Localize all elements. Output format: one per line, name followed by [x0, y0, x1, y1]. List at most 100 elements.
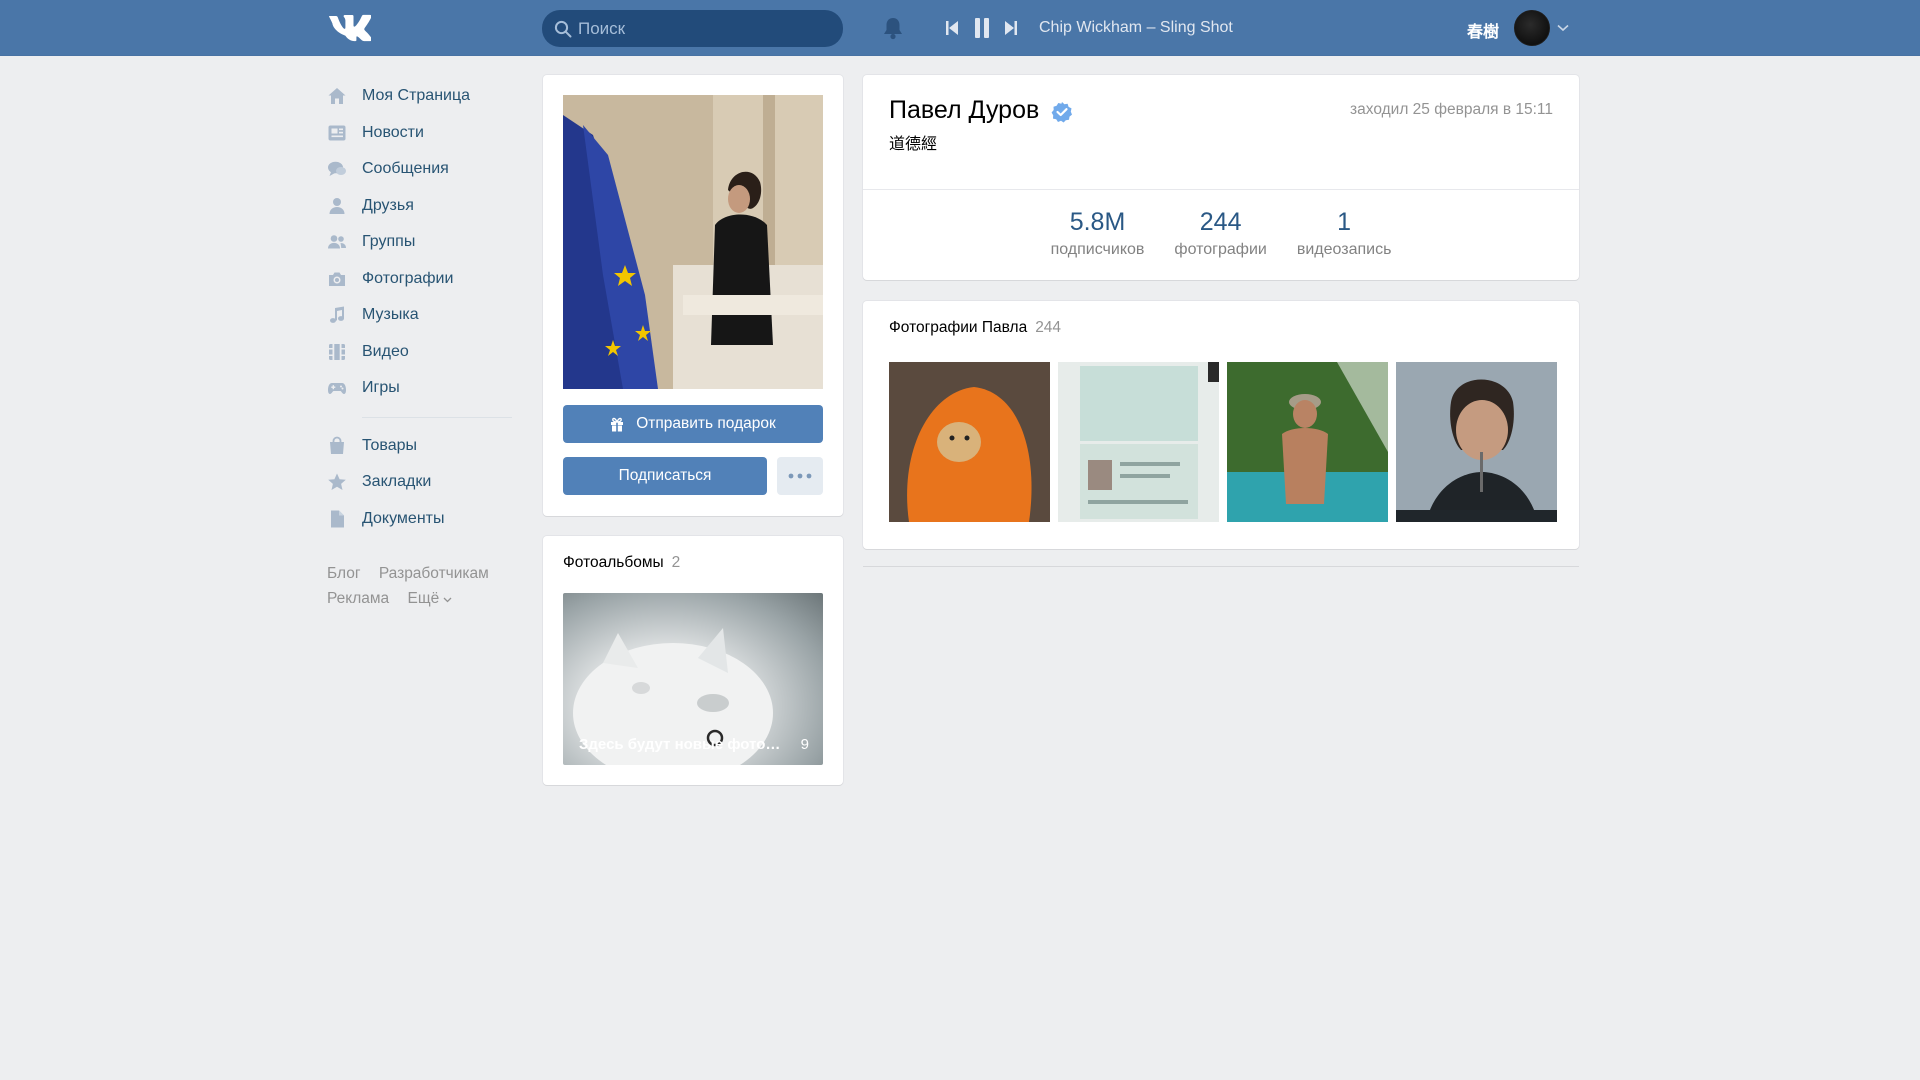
- avatar[interactable]: [1514, 10, 1550, 46]
- sidebar-item-music[interactable]: Музыка: [327, 297, 517, 334]
- photos-card: Фотографии Павла 244: [863, 301, 1579, 549]
- profile-photo-card: Отправить подарок Подписаться: [543, 75, 843, 516]
- pause-icon[interactable]: [974, 17, 990, 39]
- profile-photo-image: [563, 95, 823, 389]
- gift-icon: [611, 417, 624, 432]
- sidebar-item-groups[interactable]: Группы: [327, 224, 517, 261]
- last-seen-text: заходил 25 февраля в 15:11: [1350, 101, 1553, 118]
- home-icon: [328, 88, 346, 105]
- profile-counters: 5.8M подписчиков 244 фотографии 1 видеоз…: [863, 207, 1579, 259]
- albums-count: 2: [671, 554, 681, 571]
- albums-card: Фотоальбомы 2 Здесь будут новые фотографи…: [543, 536, 843, 785]
- video-icon: [329, 343, 345, 360]
- page-title: Павел Дуров: [889, 96, 1040, 124]
- subscribe-button[interactable]: Подписаться: [563, 457, 767, 495]
- next-track-icon[interactable]: [1004, 19, 1018, 37]
- search-icon: [554, 20, 572, 38]
- photo-thumbnail[interactable]: [889, 362, 1050, 522]
- sidebar-item-bookmarks[interactable]: Закладки: [327, 464, 517, 501]
- profile-photo[interactable]: [563, 95, 823, 389]
- photo-thumbnail-image: [1227, 362, 1388, 522]
- star-icon: [328, 473, 346, 491]
- verified-check-icon[interactable]: [1051, 101, 1073, 123]
- sidebar-item-photos[interactable]: Фотографии: [327, 261, 517, 298]
- news-icon: [328, 125, 346, 141]
- music-note-icon: [330, 306, 344, 324]
- photo-thumbnail[interactable]: [1227, 362, 1388, 522]
- album-title: Здесь будут новые фотографии: [579, 736, 784, 753]
- counter-label: фотографии: [1174, 241, 1267, 258]
- sidebar-item-my-page[interactable]: Моя Страница: [327, 78, 517, 115]
- sidebar-item-label: Друзья: [362, 196, 414, 214]
- photo-thumbnail-image: [1058, 362, 1219, 522]
- albums-header[interactable]: Фотоальбомы 2: [563, 554, 680, 572]
- photos-title: Фотографии Павла: [889, 319, 1028, 336]
- messages-icon: [328, 161, 346, 177]
- album-photo-count: 9: [800, 736, 809, 753]
- sidebar-item-label: Видео: [362, 342, 409, 360]
- sidebar-item-video[interactable]: Видео: [327, 334, 517, 371]
- sidebar-item-documents[interactable]: Документы: [327, 501, 517, 538]
- sidebar-item-label: Группы: [362, 233, 416, 251]
- counter-videos[interactable]: 1 видеозапись: [1297, 207, 1392, 259]
- chevron-down-icon[interactable]: [1557, 24, 1569, 32]
- sidebar-item-label: Сообщения: [362, 160, 449, 178]
- sidebar-item-label: Игры: [362, 379, 400, 397]
- search-box[interactable]: [542, 10, 843, 47]
- counter-followers[interactable]: 5.8M подписчиков: [1051, 207, 1145, 259]
- footer-link-ads[interactable]: Реклама: [327, 590, 389, 607]
- chevron-down-icon: [443, 597, 452, 603]
- gamepad-icon: [328, 383, 346, 395]
- previous-track-icon[interactable]: [945, 19, 959, 37]
- counter-value: 1: [1337, 208, 1352, 236]
- sidebar-divider: [362, 416, 512, 418]
- sidebar-item-label: Моя Страница: [362, 87, 471, 105]
- sidebar-footer-links: Блог Разработчикам Реклама Ещё: [327, 561, 517, 611]
- user-name[interactable]: 春樹: [1467, 18, 1499, 42]
- groups-icon: [328, 235, 346, 249]
- footer-link-more-label: Ещё: [407, 590, 440, 607]
- now-playing-track[interactable]: Chip Wickham – Sling Shot: [1039, 19, 1233, 37]
- more-dots-icon: [788, 473, 812, 479]
- photo-thumbnail-image: [889, 362, 1050, 522]
- send-gift-button[interactable]: Отправить подарок: [563, 405, 823, 443]
- left-sidebar: Моя Страница Новости Сообщения Друзья Гр…: [327, 78, 517, 611]
- sidebar-item-label: Новости: [362, 123, 424, 141]
- profile-status: 道德經: [889, 134, 938, 153]
- sidebar-item-label: Товары: [362, 436, 418, 454]
- photo-thumbnail[interactable]: [1058, 362, 1219, 522]
- sidebar-item-label: Документы: [362, 509, 445, 527]
- more-actions-button[interactable]: [777, 457, 823, 495]
- sidebar-item-label: Закладки: [362, 473, 432, 491]
- divider: [863, 566, 1579, 567]
- footer-link-developers[interactable]: Разработчикам: [379, 565, 489, 582]
- send-gift-label: Отправить подарок: [636, 415, 776, 432]
- photos-header[interactable]: Фотографии Павла 244: [889, 319, 1061, 337]
- photo-thumbnails: [889, 362, 1557, 522]
- sidebar-item-messages[interactable]: Сообщения: [327, 151, 517, 188]
- counter-label: подписчиков: [1050, 241, 1145, 258]
- profile-info-card: Павел Дуров 道德經 заходил 25 февраля в 15:…: [863, 75, 1579, 280]
- photo-thumbnail-image: [1396, 362, 1557, 522]
- document-icon: [331, 510, 344, 528]
- subscribe-label: Подписаться: [618, 467, 712, 484]
- shopping-bag-icon: [330, 436, 344, 454]
- sidebar-item-news[interactable]: Новости: [327, 115, 517, 152]
- vk-logo-icon[interactable]: [327, 12, 371, 42]
- counter-value: 244: [1199, 208, 1242, 236]
- counter-photos[interactable]: 244 фотографии: [1174, 207, 1266, 259]
- bell-icon[interactable]: [882, 16, 904, 40]
- sidebar-item-friends[interactable]: Друзья: [327, 188, 517, 225]
- album-tile[interactable]: Здесь будут новые фотографии 9: [563, 593, 823, 765]
- photo-thumbnail[interactable]: [1396, 362, 1557, 522]
- search-input[interactable]: [578, 10, 833, 47]
- sidebar-item-games[interactable]: Игры: [327, 370, 517, 407]
- albums-title: Фотоальбомы: [563, 554, 664, 571]
- footer-link-blog[interactable]: Блог: [327, 565, 361, 582]
- footer-link-more[interactable]: Ещё: [408, 590, 453, 607]
- friends-icon: [329, 197, 345, 214]
- camera-icon: [329, 272, 345, 286]
- sidebar-item-goods[interactable]: Товары: [327, 428, 517, 465]
- counter-label: видеозапись: [1296, 241, 1392, 258]
- top-bar: Chip Wickham – Sling Shot 春樹: [0, 0, 1920, 56]
